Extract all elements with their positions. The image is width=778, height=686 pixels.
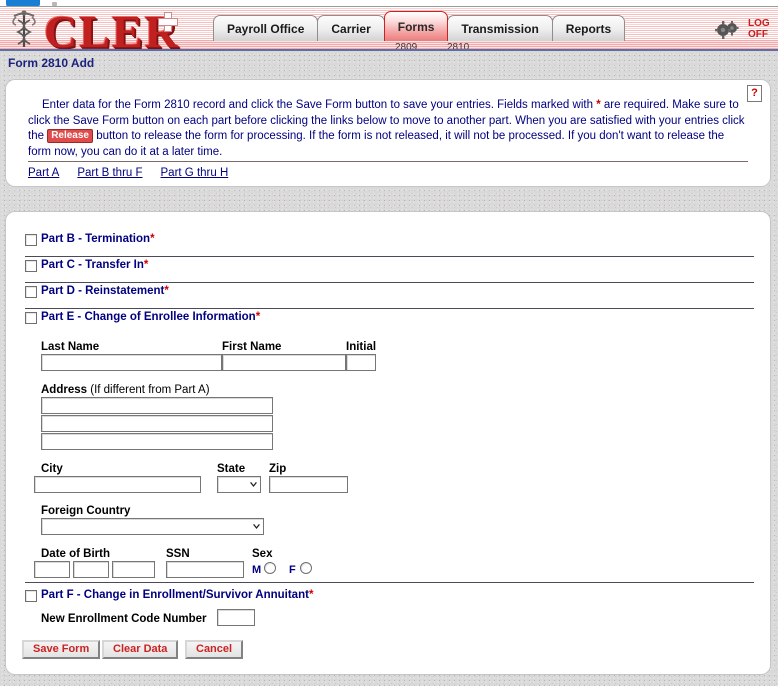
title-strip: Form 2810 Add [0, 51, 778, 77]
section-part-e-text: Part E - Change of Enrollee Information [41, 311, 256, 323]
section-part-d-label: Part D - Reinstatement* [41, 285, 169, 297]
medical-cross-icon [159, 13, 177, 31]
browser-chrome-sliver [0, 0, 778, 7]
main-navigation-tabs[interactable]: Payroll Office Carrier Forms Transmissio… [213, 11, 626, 41]
tab-carrier[interactable]: Carrier [317, 15, 385, 41]
link-part-b-thru-f[interactable]: Part B thru F [77, 167, 142, 179]
ssn-input[interactable] [166, 561, 244, 578]
section-part-c[interactable]: Part C - Transfer In* [25, 257, 754, 283]
foreign-country-label: Foreign Country [41, 505, 131, 517]
section-part-f[interactable]: Part F - Change in Enrollment/Survivor A… [25, 587, 754, 609]
section-part-d[interactable]: Part D - Reinstatement* [25, 283, 754, 309]
dob-year-input[interactable] [112, 561, 155, 578]
checkbox-part-f[interactable] [25, 590, 37, 602]
last-name-label: Last Name [41, 341, 100, 353]
section-part-f-text: Part F - Change in Enrollment/Survivor A… [41, 589, 309, 601]
section-part-e-required: * [255, 311, 261, 323]
section-part-b-text: Part B - Termination [41, 233, 151, 245]
ssn-label: SSN [166, 548, 190, 560]
radio-sex-male[interactable] [264, 562, 276, 574]
section-part-d-required: * [164, 285, 169, 297]
section-part-c-label: Part C - Transfer In* [41, 259, 148, 271]
gears-icon[interactable] [714, 19, 740, 41]
address-line-1-input[interactable] [41, 397, 273, 414]
enrollment-code-label: New Enrollment Code Number [41, 613, 207, 625]
form-panel: Part B - Termination* Part C - Transfer … [6, 212, 770, 674]
radio-sex-female[interactable] [300, 562, 312, 574]
address-label-note: (If different from Part A) [90, 384, 210, 396]
dob-month-input[interactable] [34, 561, 70, 578]
checkbox-part-d[interactable] [25, 286, 37, 298]
date-of-birth-label: Date of Birth [41, 548, 110, 560]
instructions-text-part3: button to release the form for processin… [28, 130, 725, 158]
tab-payroll-office[interactable]: Payroll Office [213, 15, 319, 41]
tab-transmission[interactable]: Transmission [447, 15, 553, 41]
city-input[interactable] [34, 476, 201, 493]
checkbox-part-b[interactable] [25, 234, 37, 246]
logoff-line-2: OFF [748, 29, 768, 40]
instructions-panel: ? Enter data for the Form 2810 record an… [6, 80, 770, 186]
section-part-d-text: Part D - Reinstatement [41, 285, 165, 297]
sex-male-label: M [252, 564, 262, 576]
address-line-2-input[interactable] [41, 415, 273, 432]
zip-label: Zip [269, 463, 287, 475]
tab-reports[interactable]: Reports [551, 15, 626, 41]
state-label: State [217, 463, 246, 475]
logoff-line-1: LOG [748, 18, 770, 29]
tab-forms[interactable]: Forms [383, 11, 449, 41]
foreign-country-select-wrapper[interactable] [41, 518, 264, 535]
section-part-b[interactable]: Part B - Termination* [25, 231, 754, 257]
first-name-input[interactable] [222, 354, 346, 371]
section-part-e-label: Part E - Change of Enrollee Information* [41, 311, 260, 323]
part-e-bottom-divider [25, 582, 754, 583]
state-select[interactable] [217, 476, 261, 493]
sex-female-label: F [289, 564, 296, 576]
instructions-text: Enter data for the Form 2810 record and … [28, 98, 748, 160]
part-navigation-links[interactable]: Part A Part B thru F Part G thru H [28, 167, 228, 179]
checkbox-part-c[interactable] [25, 260, 37, 272]
section-part-f-required: * [308, 589, 314, 601]
caduceus-icon [12, 10, 36, 47]
city-label: City [41, 463, 63, 475]
first-name-label: First Name [222, 341, 282, 353]
release-button-chip[interactable]: Release [47, 129, 93, 143]
checkbox-part-e[interactable] [25, 312, 37, 324]
dob-day-input[interactable] [73, 561, 109, 578]
instructions-text-part1: Enter data for the Form 2810 record and … [42, 99, 597, 111]
clear-data-button[interactable]: Clear Data [102, 640, 179, 659]
sex-label: Sex [252, 548, 273, 560]
last-name-input[interactable] [41, 354, 222, 371]
zip-input[interactable] [269, 476, 348, 493]
section-part-b-label: Part B - Termination* [41, 233, 155, 245]
section-part-c-text: Part C - Transfer In [41, 259, 144, 271]
address-label-text: Address [41, 384, 88, 396]
section-part-c-required: * [143, 259, 149, 271]
state-select-wrapper[interactable] [217, 476, 261, 493]
section-part-f-label: Part F - Change in Enrollment/Survivor A… [41, 589, 313, 601]
address-label: Address (If different from Part A) [41, 384, 210, 396]
cancel-button[interactable]: Cancel [185, 640, 244, 659]
section-part-e[interactable]: Part E - Change of Enrollee Information* [25, 309, 754, 331]
logoff-button[interactable]: LOG OFF [748, 18, 770, 40]
foreign-country-select[interactable] [41, 518, 264, 535]
help-icon[interactable]: ? [747, 85, 762, 102]
section-part-b-required: * [150, 233, 155, 245]
page-title: Form 2810 Add [8, 56, 95, 70]
link-part-g-thru-h[interactable]: Part G thru H [161, 167, 229, 179]
link-part-a[interactable]: Part A [28, 167, 59, 179]
enrollment-code-input[interactable] [217, 609, 255, 626]
initial-label: Initial [346, 341, 377, 353]
save-form-button[interactable]: Save Form [22, 640, 101, 659]
app-masthead: CLER Payroll Office Carrier Forms Transm… [0, 7, 778, 51]
address-line-3-input[interactable] [41, 433, 273, 450]
initial-input[interactable] [346, 354, 376, 371]
instructions-divider [28, 161, 748, 162]
